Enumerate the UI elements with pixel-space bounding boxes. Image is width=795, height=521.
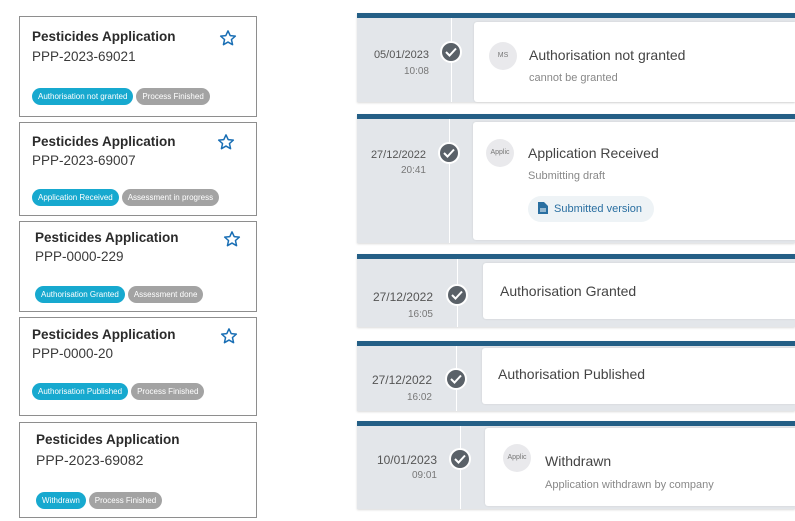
star-icon[interactable] xyxy=(220,327,238,345)
event-panel: Authorisation Granted xyxy=(483,263,795,319)
card-code: PPP-2023-69021 xyxy=(32,49,136,64)
entry-date: 10/01/2023 xyxy=(376,453,437,467)
status-badge: Authorisation not granted xyxy=(32,88,134,105)
card-title: Pesticides Application xyxy=(32,134,176,149)
timeline-entry: 10/01/2023 09:01 Applic Withdrawn Applic… xyxy=(357,421,795,509)
star-icon[interactable] xyxy=(223,230,241,248)
card-title: Pesticides Application xyxy=(32,29,176,44)
star-icon[interactable] xyxy=(217,133,235,151)
event-panel: Authorisation Published xyxy=(482,348,795,404)
application-card[interactable]: Pesticides Application PPP-2023-69007 Ap… xyxy=(19,122,257,216)
entry-date: 27/12/2022 xyxy=(370,149,426,161)
event-title: Application Received xyxy=(528,145,659,161)
entry-time: 09:01 xyxy=(411,470,437,481)
avatar: Applic xyxy=(503,444,531,472)
timeline-line xyxy=(449,119,450,243)
event-subtitle: cannot be granted xyxy=(529,72,618,84)
status-badge: Authorisation Published xyxy=(32,383,129,400)
entry-date: 27/12/2022 xyxy=(371,373,432,387)
status-badge: Application Received xyxy=(32,189,119,206)
event-title: Authorisation Published xyxy=(498,366,646,382)
timeline-entry: 27/12/2022 16:05 Authorisation Granted xyxy=(357,254,795,327)
event-subtitle: Application withdrawn by company xyxy=(545,479,714,491)
card-title: Pesticides Application xyxy=(32,327,176,342)
status-badge: Authorisation Granted xyxy=(35,286,125,303)
card-code: PPP-0000-229 xyxy=(35,249,124,264)
event-panel: Applic Application Received Submitting d… xyxy=(473,122,795,240)
status-badge: Withdrawn xyxy=(36,492,86,509)
card-code: PPP-0000-20 xyxy=(32,346,114,361)
avatar: MS xyxy=(489,42,517,70)
card-code: PPP-2023-69007 xyxy=(32,153,136,168)
process-badge: Process Finished xyxy=(88,492,163,509)
process-badge: Process Finished xyxy=(136,88,210,105)
event-panel: Applic Withdrawn Application withdrawn b… xyxy=(485,428,795,506)
event-panel: MS Authorisation not granted cannot be g… xyxy=(474,22,795,102)
event-title: Authorisation not granted xyxy=(529,47,686,63)
process-badge: Process Finished xyxy=(131,383,205,400)
application-card[interactable]: Pesticides Application PPP-0000-229 Auth… xyxy=(19,221,257,312)
check-circle-icon xyxy=(446,284,468,306)
entry-date: 27/12/2022 xyxy=(372,290,433,304)
document-label: Submitted version xyxy=(554,203,643,215)
card-title: Pesticides Application xyxy=(36,432,180,447)
timeline-entry: 05/01/2023 10:08 MS Authorisation not gr… xyxy=(357,13,795,102)
process-badge: Assessment in progress xyxy=(121,189,220,206)
process-badge: Assessment done xyxy=(127,286,204,303)
submitted-version-button[interactable]: Submitted version xyxy=(528,196,655,222)
entry-time: 10:08 xyxy=(403,66,429,77)
timeline-entry: 27/12/2022 20:41 Applic Application Rece… xyxy=(357,114,795,243)
check-circle-icon xyxy=(445,368,467,390)
application-card[interactable]: Pesticides Application PPP-0000-20 Autho… xyxy=(19,317,257,416)
check-circle-icon xyxy=(449,448,471,470)
check-circle-icon xyxy=(440,41,462,63)
check-circle-icon xyxy=(438,142,460,164)
entry-time: 16:05 xyxy=(407,309,433,320)
card-code: PPP-2023-69082 xyxy=(36,452,144,468)
application-card[interactable]: Pesticides Application PPP-2023-69082 Wi… xyxy=(19,422,257,518)
event-title: Withdrawn xyxy=(545,453,612,469)
entry-date: 05/01/2023 xyxy=(373,49,429,61)
timeline-entry: 27/12/2022 16:02 Authorisation Published xyxy=(357,341,795,411)
document-icon xyxy=(538,202,548,214)
entry-time: 16:02 xyxy=(406,392,432,403)
star-icon[interactable] xyxy=(219,29,237,47)
application-card[interactable]: Pesticides Application PPP-2023-69021 Au… xyxy=(19,16,257,117)
avatar: Applic xyxy=(486,139,514,167)
card-title: Pesticides Application xyxy=(35,230,179,245)
entry-time: 20:41 xyxy=(400,165,426,176)
event-title: Authorisation Granted xyxy=(500,283,637,299)
event-subtitle: Submitting draft xyxy=(528,170,606,182)
